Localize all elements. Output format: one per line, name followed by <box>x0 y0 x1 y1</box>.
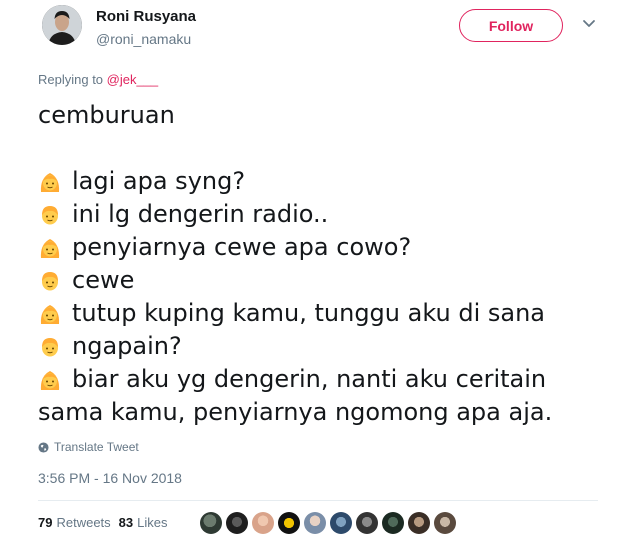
author-name[interactable]: Roni Rusyana <box>96 8 196 25</box>
liker-avatar[interactable] <box>278 512 300 534</box>
follow-button[interactable]: Follow <box>459 9 563 42</box>
replying-to-prefix: Replying to <box>38 72 107 87</box>
tweet-line-text: ini lg dengerin radio.. <box>72 200 329 228</box>
tweet-line: ngapain? <box>38 330 598 363</box>
girl-emoji-icon <box>40 172 60 192</box>
tweet-opening: cemburuan <box>38 101 175 129</box>
tweet-line-text: lagi apa syng? <box>72 167 246 195</box>
tweet-line: penyiarnya cewe apa cowo? <box>38 231 598 264</box>
liker-avatar[interactable] <box>408 512 430 534</box>
retweets-label: Retweets <box>56 515 111 530</box>
tweet-timestamp[interactable]: 3:56 PM - 16 Nov 2018 <box>38 470 182 486</box>
paragraph-break <box>38 132 598 165</box>
likes-stat[interactable]: 83 Likes <box>119 515 168 530</box>
liker-avatar[interactable] <box>252 512 274 534</box>
globe-icon <box>38 441 49 453</box>
translate-tweet-link[interactable]: Translate Tweet <box>38 440 139 454</box>
liker-avatar[interactable] <box>434 512 456 534</box>
tweet-line: tutup kuping kamu, tunggu aku di sana <box>38 297 598 330</box>
girl-emoji-icon <box>40 238 60 258</box>
tweet-stats: 79 Retweets 83 Likes <box>38 515 168 530</box>
tweet-line: biar aku yg dengerin, nanti aku ceritain <box>38 363 598 396</box>
girl-emoji-icon <box>40 304 60 324</box>
tweet-dialog: lagi apa syng? ini lg dengerin radio.. pen… <box>38 165 598 429</box>
boy-emoji-icon <box>42 271 58 290</box>
author-handle[interactable]: @roni_namaku <box>96 31 191 47</box>
tweet-line: ini lg dengerin radio.. <box>38 198 598 231</box>
retweet-count: 79 <box>38 515 53 530</box>
reply-mention-link[interactable]: @jek___ <box>107 72 159 87</box>
tweet-line-text: cewe <box>72 266 135 294</box>
likes-label: Likes <box>137 515 168 530</box>
liker-avatar[interactable] <box>304 512 326 534</box>
liker-avatar[interactable] <box>200 512 222 534</box>
boy-emoji-icon <box>42 205 58 224</box>
tweet-line-text: ngapain? <box>72 332 182 360</box>
tweet-line-text: biar aku yg dengerin, nanti aku ceritain <box>72 365 547 393</box>
retweets-stat[interactable]: 79 Retweets <box>38 515 111 530</box>
liker-avatar[interactable] <box>356 512 378 534</box>
likers-avatars <box>200 512 456 534</box>
liker-avatar[interactable] <box>226 512 248 534</box>
tweet-line-text: penyiarnya cewe apa cowo? <box>72 233 412 261</box>
author-avatar[interactable] <box>42 5 82 45</box>
liker-avatar[interactable] <box>382 512 404 534</box>
tweet-line: cewe <box>38 264 598 297</box>
chevron-down-icon[interactable] <box>580 17 598 31</box>
tweet-line: sama kamu, penyiarnya ngomong apa aja. <box>38 396 598 429</box>
tweet-line-text: tutup kuping kamu, tunggu aku di sana <box>72 299 545 327</box>
boy-emoji-icon <box>42 337 58 356</box>
like-count: 83 <box>118 515 134 530</box>
replying-to: Replying to @jek___ <box>38 72 158 87</box>
translate-label[interactable]: Translate Tweet <box>54 440 139 454</box>
tweet-line: lagi apa syng? <box>38 165 598 198</box>
girl-emoji-icon <box>40 370 60 390</box>
tweet-text: cemburuan lagi apa syng? ini lg dengerin … <box>38 99 598 429</box>
liker-avatar[interactable] <box>330 512 352 534</box>
divider <box>38 500 598 501</box>
tweet-line-text: sama kamu, penyiarnya ngomong apa aja. <box>38 398 553 426</box>
